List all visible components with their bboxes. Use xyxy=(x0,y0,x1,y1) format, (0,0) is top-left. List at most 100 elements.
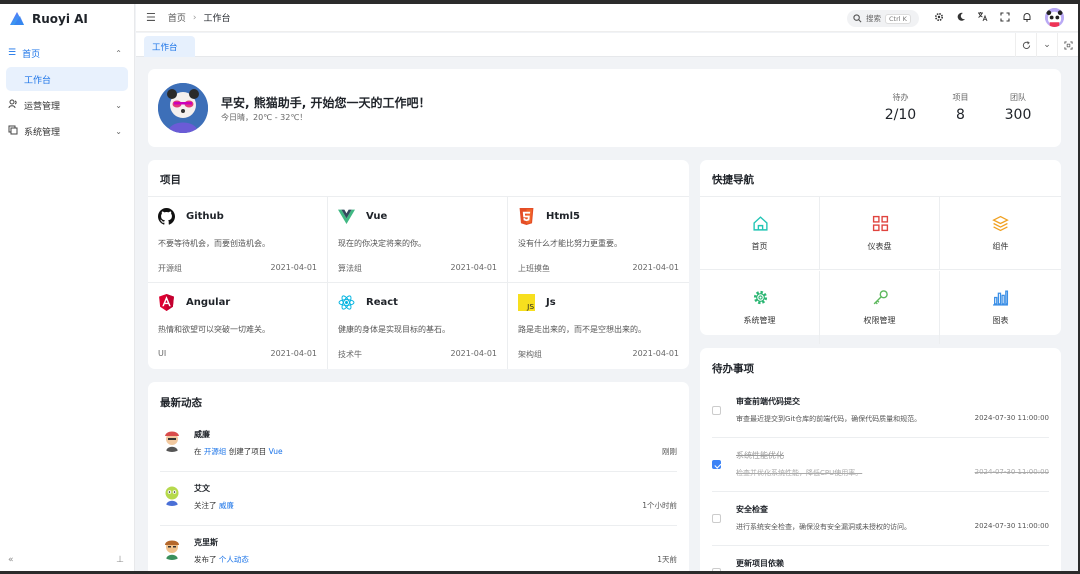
stat-value: 8 xyxy=(956,107,965,123)
users-icon xyxy=(8,99,18,112)
settings-icon[interactable] xyxy=(933,11,944,22)
stat-team: 团队 300 xyxy=(988,92,1048,123)
project-item-angular[interactable]: Angular 热情和欲望可以突破一切难关。 UI 2021-04-01 xyxy=(148,283,328,369)
project-name: Html5 xyxy=(546,211,580,222)
react-icon xyxy=(338,294,355,311)
user-avatar[interactable] xyxy=(1045,8,1064,27)
activity-item: 克里斯 发布了 个人动态 1天前 xyxy=(160,526,677,574)
dashboard-icon xyxy=(872,215,889,232)
project-date: 2021-04-01 xyxy=(632,349,680,358)
quicknav-system[interactable]: 系统管理 xyxy=(700,271,820,344)
layers-icon xyxy=(992,215,1009,232)
quicknav-label: 组件 xyxy=(992,242,1009,251)
tabs-bar: 工作台 ⌄ xyxy=(136,33,1078,57)
translate-icon[interactable] xyxy=(977,11,988,22)
quicknav-label: 仪表盘 xyxy=(867,242,892,251)
project-date: 2021-04-01 xyxy=(450,263,498,272)
card-title: 最新动态 xyxy=(160,397,202,409)
sidebar-item-workbench[interactable]: 工作台 xyxy=(6,67,128,91)
project-item-js[interactable]: JS Js 路是走出来的，而不是空想出来的。 架构组 2021-04-01 xyxy=(508,283,689,369)
activity-time: 刚刚 xyxy=(662,447,677,456)
project-name: Js xyxy=(546,297,556,308)
sidebar-item-operations[interactable]: 运营管理 ⌄ xyxy=(0,92,134,118)
project-desc: 不要等待机会，而要创造机会。 xyxy=(158,239,270,248)
quicknav-home[interactable]: 首页 xyxy=(700,197,820,270)
stat-value: 2/10 xyxy=(884,107,917,123)
todo-checkbox[interactable] xyxy=(712,514,721,523)
gear-icon xyxy=(752,289,769,306)
todo-title: 系统性能优化 xyxy=(736,451,784,460)
project-item-vue[interactable]: Vue 现在的你决定将来的你。 算法组 2021-04-01 xyxy=(328,197,508,283)
project-group: UI xyxy=(158,349,167,358)
chevron-down-icon: ⌄ xyxy=(115,100,122,110)
chevron-down-icon[interactable]: ⌄ xyxy=(1036,33,1057,57)
breadcrumb-home[interactable]: 首页 xyxy=(168,11,186,24)
activity-text: 在 开源组 创建了项目 Vue xyxy=(194,446,283,457)
card-title: 项目 xyxy=(160,174,181,186)
activity-card: 最新动态 威廉 在 开源组 创建了项目 Vue 刚刚 艾文 关注了 威廉 1个小… xyxy=(148,382,689,574)
bell-icon[interactable] xyxy=(1021,11,1032,22)
header-toolbar xyxy=(933,11,1032,22)
activity-link[interactable]: Vue xyxy=(269,447,283,456)
quicknav-label: 权限管理 xyxy=(863,316,896,325)
activity-text: 关注了 威廉 xyxy=(194,500,234,511)
greeting-text: 早安, 熊猫助手, 开始您一天的工作吧！ xyxy=(221,96,431,110)
project-group: 架构组 xyxy=(518,350,542,359)
html5-icon xyxy=(518,208,535,225)
project-name: Angular xyxy=(186,297,231,308)
todo-checkbox[interactable] xyxy=(712,406,721,415)
maximize-icon[interactable] xyxy=(1057,33,1078,57)
hamburger-icon[interactable]: ☰ xyxy=(146,11,156,24)
quicknav-charts[interactable]: 图表 xyxy=(940,271,1061,344)
quicknav-dashboard[interactable]: 仪表盘 xyxy=(820,197,940,270)
fullscreen-icon[interactable] xyxy=(999,11,1010,22)
sidebar-item-system[interactable]: 系统管理 ⌄ xyxy=(0,118,134,144)
collapse-sidebar-icon[interactable]: « xyxy=(8,555,14,565)
svg-text:JS: JS xyxy=(526,302,534,311)
sidebar-item-home[interactable]: ☰ 首页 ⌃ xyxy=(0,40,134,66)
todo-checkbox[interactable] xyxy=(712,460,721,469)
tab-workbench[interactable]: 工作台 xyxy=(144,36,195,57)
activity-time: 1个小时前 xyxy=(642,501,677,510)
quick-nav-card: 快捷导航 首页 仪表盘 组件 系统管理 权限管理 图表 xyxy=(700,160,1061,344)
activity-link[interactable]: 个人动态 xyxy=(219,555,249,564)
todo-card: 待办事项 审查前端代码提交 审查最近提交到Git仓库的前端代码，确保代码质量和规… xyxy=(700,348,1061,574)
quicknav-components[interactable]: 组件 xyxy=(940,197,1061,270)
todo-title: 审查前端代码提交 xyxy=(736,397,800,406)
angular-icon xyxy=(158,294,175,311)
refresh-icon[interactable] xyxy=(1015,33,1036,57)
avatar[interactable] xyxy=(160,428,184,452)
quicknav-label: 系统管理 xyxy=(743,316,776,325)
search-shortcut: Ctrl K xyxy=(885,13,911,24)
pin-icon[interactable]: ⊥ xyxy=(116,555,124,565)
brand-logo-icon xyxy=(8,10,26,28)
avatar[interactable] xyxy=(160,482,184,506)
stat-label: 待办 xyxy=(892,93,909,102)
sidebar-footer: « ⊥ xyxy=(8,555,124,565)
todo-item: 系统性能优化 检查并优化系统性能，降低CPU使用率。 2024-07-30 11… xyxy=(712,438,1049,492)
brand[interactable]: Ruoyi AI xyxy=(0,4,134,34)
activity-link[interactable]: 威廉 xyxy=(219,501,234,510)
stat-projects: 项目 8 xyxy=(933,92,988,123)
project-desc: 路是走出来的，而不是空想出来的。 xyxy=(518,325,646,334)
activity-prefix: 关注了 xyxy=(194,501,217,510)
search-input[interactable]: 搜索 Ctrl K xyxy=(847,10,919,27)
project-item-github[interactable]: Github 不要等待机会，而要创造机会。 开源组 2021-04-01 xyxy=(148,197,328,283)
activity-text: 发布了 个人动态 xyxy=(194,554,249,565)
activity-prefix: 发布了 xyxy=(194,555,217,564)
todo-desc: 检查并优化系统性能，降低CPU使用率。 xyxy=(736,469,863,477)
project-item-html5[interactable]: Html5 没有什么才能比努力更重要。 上班摸鱼 2021-04-01 xyxy=(508,197,689,283)
todo-time: 2024-07-30 11:00:00 xyxy=(974,414,1049,422)
quicknav-permissions[interactable]: 权限管理 xyxy=(820,271,940,344)
dark-mode-icon[interactable] xyxy=(955,11,966,22)
projects-card: 项目 Github 不要等待机会，而要创造机会。 开源组 2021-04-01 … xyxy=(148,160,689,369)
project-date: 2021-04-01 xyxy=(270,349,318,358)
avatar[interactable] xyxy=(160,536,184,560)
project-desc: 现在的你决定将来的你。 xyxy=(338,239,426,248)
project-group: 开源组 xyxy=(158,264,182,273)
project-item-react[interactable]: React 健康的身体是实现目标的基石。 技术牛 2021-04-01 xyxy=(328,283,508,369)
activity-link[interactable]: 开源组 xyxy=(204,447,227,456)
breadcrumb-current: 工作台 xyxy=(203,14,231,24)
project-date: 2021-04-01 xyxy=(270,263,318,272)
search-placeholder: 搜索 xyxy=(866,14,881,23)
